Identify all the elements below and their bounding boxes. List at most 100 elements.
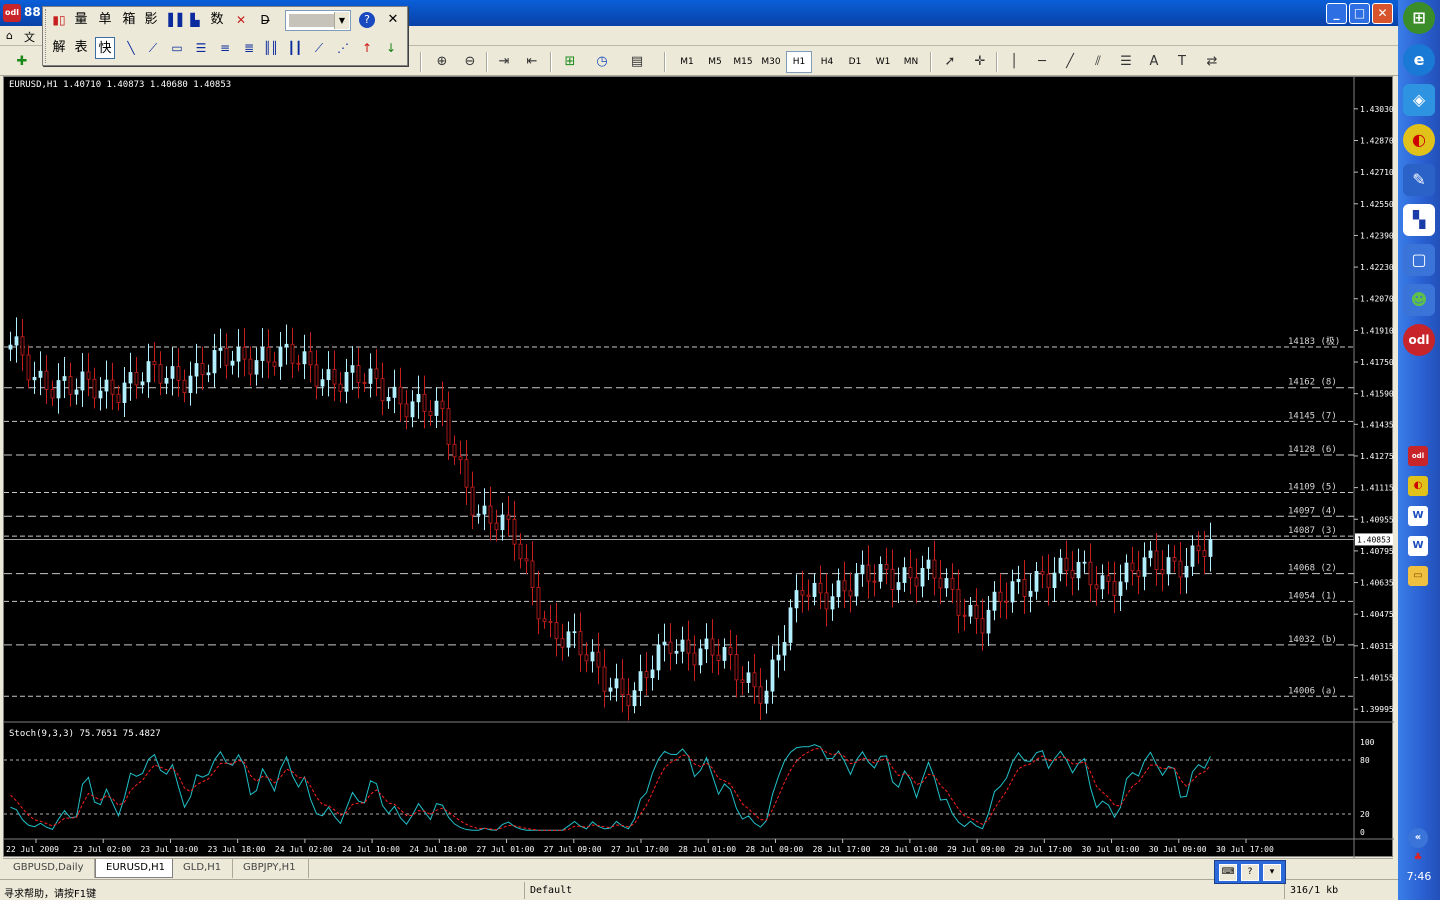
tray-expand-icon[interactable]: « <box>1408 828 1428 848</box>
chart-shift-icon[interactable]: ⇥ <box>492 51 516 73</box>
bars-icon[interactable]: ▐▐ <box>163 9 183 31</box>
tab-gbpjpy-h1[interactable]: GBPJPY,H1 <box>233 859 309 878</box>
fibo-retrace-icon[interactable]: ☰ <box>191 37 211 59</box>
tray-menu-icon[interactable]: ▾ <box>1263 864 1281 881</box>
cross-icon[interactable]: ✕ <box>231 9 251 31</box>
price-tick-label: 1.40635 <box>1360 579 1394 588</box>
zoom-out-icon[interactable]: ⊖ <box>458 51 482 73</box>
tf-mn[interactable]: MN <box>898 51 924 73</box>
menu-file[interactable]: 文 <box>24 29 35 45</box>
cursor-icon[interactable]: ➚ <box>938 51 962 73</box>
float-btn-box[interactable]: 箱 <box>119 9 139 31</box>
tf-w1[interactable]: W1 <box>870 51 896 73</box>
keyboard-icon[interactable]: ⌨ <box>1219 864 1237 881</box>
folder-icon[interactable]: ▭ <box>1408 566 1428 586</box>
candle-body <box>560 638 565 648</box>
indicators-icon[interactable]: ⊞ <box>558 51 582 73</box>
periodicity-icon[interactable]: ◷ <box>590 51 614 73</box>
chrome-small-icon[interactable]: ◐ <box>1408 476 1428 496</box>
text-label-tool[interactable]: T <box>1170 51 1194 73</box>
tf-h4[interactable]: H4 <box>814 51 840 73</box>
float-btn-number[interactable]: 数 <box>207 9 227 31</box>
fibo-channel-icon[interactable]: ≣ <box>239 37 259 59</box>
time-zones-icon[interactable]: ┃┃ <box>285 37 305 59</box>
word-icon-2[interactable]: W <box>1408 536 1428 556</box>
candle-body <box>398 386 403 405</box>
qq-icon[interactable]: ♣ <box>1408 848 1428 868</box>
candle-icon[interactable]: ▮▯ <box>49 9 69 31</box>
gann-fan-icon[interactable]: ⋰ <box>333 37 353 59</box>
close-button[interactable]: ✕ <box>1372 3 1393 24</box>
float-close-button[interactable]: ✕ <box>383 9 403 31</box>
candle-body <box>530 560 535 588</box>
arrow-up-icon[interactable]: ↑ <box>357 37 377 59</box>
tf-h1[interactable]: H1 <box>786 51 812 73</box>
float-combo[interactable]: ▼ <box>285 10 351 31</box>
autoscroll-icon[interactable]: ⇤ <box>520 51 544 73</box>
shield-icon[interactable]: ◈ <box>1403 84 1435 116</box>
rectangle-tool-icon[interactable]: ▭ <box>167 37 187 59</box>
delete-objects-icon[interactable]: D̶ <box>255 9 275 31</box>
candle-body <box>782 642 787 656</box>
price-chart[interactable]: 1.43030 1.42870 1.42710 1.42550 1.42390 1.422… <box>3 76 1394 858</box>
window-icon[interactable]: ▢ <box>1403 244 1435 276</box>
odl-small-icon[interactable]: odl <box>1408 446 1428 466</box>
candle-body <box>362 381 367 384</box>
word-icon[interactable]: W <box>1408 506 1428 526</box>
arrow-down-icon[interactable]: ↓ <box>381 37 401 59</box>
fibonacci-icon[interactable]: ☰ <box>1114 51 1138 73</box>
tf-m5[interactable]: M5 <box>702 51 728 73</box>
vertical-line-icon[interactable]: │ <box>1002 51 1026 73</box>
new-chart-icon[interactable]: ✚ <box>10 51 34 73</box>
equidistant-channel-icon[interactable]: ⫽ <box>1086 51 1110 73</box>
time-tick-label: 28 Jul 09:00 <box>745 845 803 854</box>
checker-icon[interactable]: ▚ <box>1403 204 1435 236</box>
candle-body <box>650 669 655 679</box>
float-btn-fast[interactable]: 快 <box>95 37 115 59</box>
arrows-icon[interactable]: ⇄ <box>1200 51 1224 73</box>
templates-icon[interactable]: ▤ <box>625 51 649 73</box>
crosshair-icon[interactable]: ✛ <box>968 51 992 73</box>
menu-icon[interactable]: ⌂ <box>6 29 13 42</box>
tab-eurusd-h1[interactable]: EURUSD,H1 <box>95 859 173 878</box>
gann-line-icon[interactable]: ⟋ <box>309 37 329 59</box>
tf-m1[interactable]: M1 <box>674 51 700 73</box>
time-tick-label: 30 Jul 01:00 <box>1082 845 1140 854</box>
chart-canvas[interactable]: 1.43030 1.42870 1.42710 1.42550 1.42390 1.422… <box>4 77 1394 858</box>
horizontal-line-icon[interactable]: ─ <box>1030 51 1054 73</box>
fibo-expansion-icon[interactable]: ≡ <box>215 37 235 59</box>
float-btn-explain[interactable]: 解 <box>49 37 69 59</box>
pencils-icon[interactable]: ✎ <box>1403 164 1435 196</box>
candle-body <box>950 578 955 590</box>
chrome-icon[interactable]: ◐ <box>1403 124 1435 156</box>
histogram-icon[interactable]: ▙ <box>185 9 205 31</box>
help-icon[interactable]: ? <box>359 12 375 28</box>
text-tool[interactable]: A <box>1142 51 1166 73</box>
candle-body <box>164 377 169 384</box>
minimize-button[interactable]: _ <box>1326 3 1347 24</box>
ie-icon[interactable]: e <box>1403 44 1435 76</box>
chevron-down-icon[interactable]: ▼ <box>334 12 349 29</box>
float-btn-table[interactable]: 表 <box>71 37 91 59</box>
odl-icon[interactable]: odl <box>1403 324 1435 356</box>
tf-d1[interactable]: D1 <box>842 51 868 73</box>
tab-gld-h1[interactable]: GLD,H1 <box>173 859 233 878</box>
channel-tool-icon[interactable]: ⟋ <box>143 37 163 59</box>
tf-m30[interactable]: M30 <box>758 51 784 73</box>
candle-body <box>188 375 193 393</box>
maximize-button[interactable]: □ <box>1349 3 1370 24</box>
tf-m15[interactable]: M15 <box>730 51 756 73</box>
float-btn-single[interactable]: 单 <box>95 9 115 31</box>
xp-logo-icon[interactable]: ⊞ <box>1403 2 1435 34</box>
tab-gbpusd-daily[interactable]: GBPUSD,Daily <box>3 859 95 878</box>
zoom-in-icon[interactable]: ⊕ <box>430 51 454 73</box>
candle-body <box>1166 557 1171 575</box>
float-btn-shadow[interactable]: 影 <box>141 9 161 31</box>
trendline-icon[interactable]: ╱ <box>1058 51 1082 73</box>
cycle-lines-icon[interactable]: ║║ <box>261 37 281 59</box>
tray-help-icon[interactable]: ? <box>1241 864 1259 881</box>
line-tool-icon[interactable]: ╲ <box>121 37 141 59</box>
users-icon[interactable]: ☻ <box>1403 284 1435 316</box>
float-btn-volume[interactable]: 量 <box>71 9 91 31</box>
price-tick-label: 1.40155 <box>1360 673 1394 682</box>
